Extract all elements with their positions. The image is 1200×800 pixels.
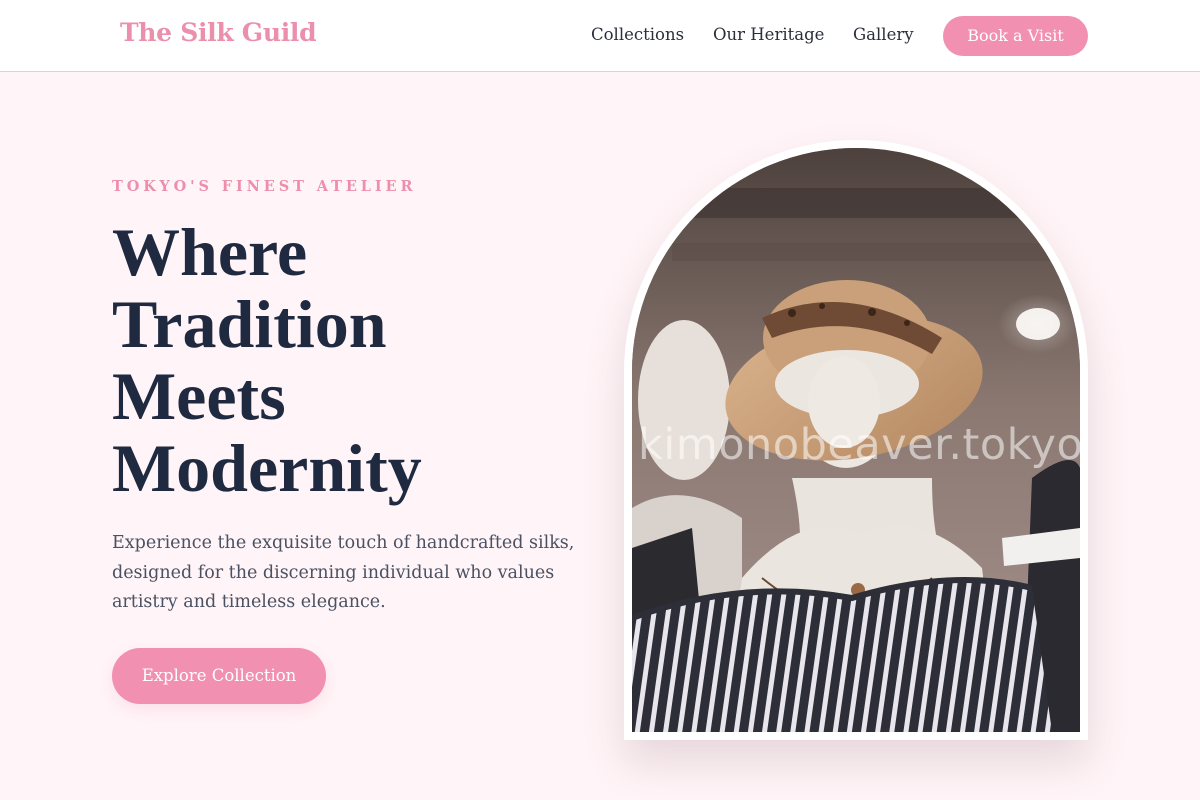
- headline-line: Where: [112, 214, 308, 290]
- hero-headline: Where Tradition Meets Modernity: [112, 216, 572, 504]
- nav-link-collections[interactable]: Collections: [591, 25, 684, 44]
- hero-description: Experience the exquisite touch of handcr…: [112, 533, 575, 612]
- headline-line: Tradition: [112, 286, 387, 362]
- nav-link-gallery[interactable]: Gallery: [853, 25, 914, 44]
- nav-link-our-heritage[interactable]: Our Heritage: [713, 25, 824, 44]
- headline-line: Modernity: [112, 430, 422, 506]
- book-a-visit-button[interactable]: Book a Visit: [943, 16, 1088, 56]
- hero-eyebrow: TOKYO'S FINEST ATELIER: [112, 178, 417, 195]
- site-header: The Silk Guild Collections Our Heritage …: [0, 0, 1200, 72]
- image-watermark: kimonobeaver.tokyo: [638, 420, 1084, 470]
- brand-logo[interactable]: The Silk Guild: [120, 18, 317, 47]
- headline-line: Meets: [112, 358, 286, 434]
- explore-collection-button[interactable]: Explore Collection: [112, 648, 326, 704]
